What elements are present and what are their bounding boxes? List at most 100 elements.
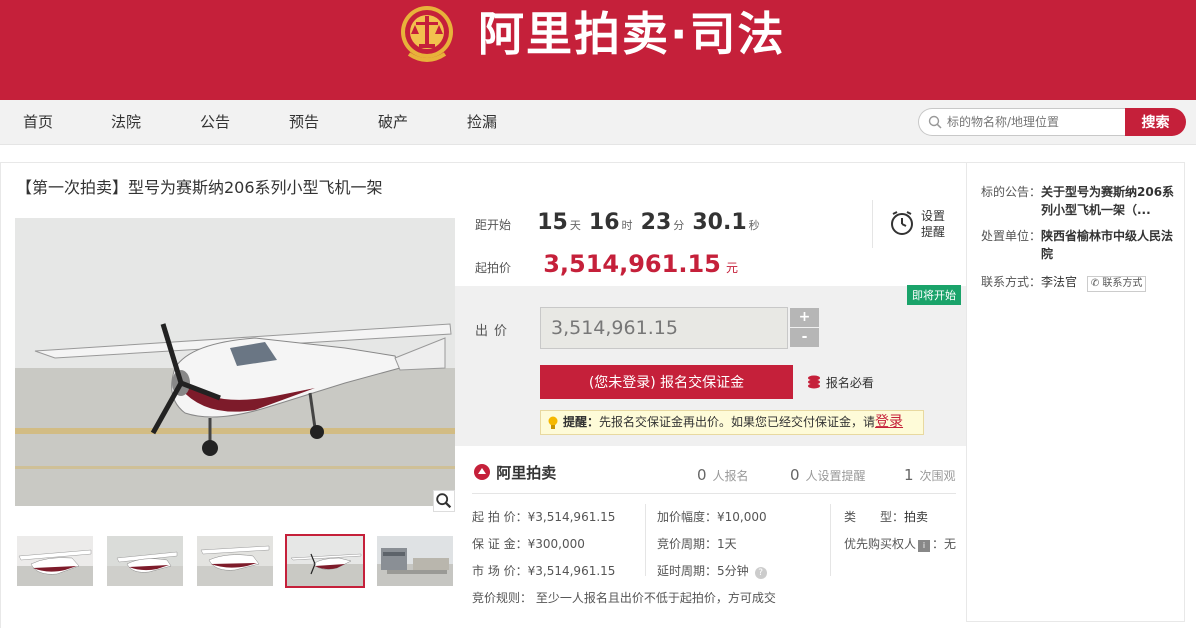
countdown-minutes-unit: 分 [673,219,685,232]
detail-type-value: 拍卖 [904,510,929,524]
view-count-label: 次围观 [919,469,956,483]
set-reminder-label: 设置提醒 [921,209,946,239]
reminder-count-value: 0 [790,466,800,484]
increase-bid-button[interactable]: + [790,308,819,327]
countdown-days: 15 [537,210,568,235]
nav-item-bargain[interactable]: 捡漏 [467,100,497,145]
detail-rule: 竞价规则： 至少一人报名且出价不低于起拍价，方可成交 [472,591,776,605]
countdown-seconds: 30.1 [692,210,747,235]
zoom-button[interactable] [433,490,455,512]
reminder-count: 0 人设置提醒 [790,466,866,484]
thumbnail-image-3 [197,536,273,586]
alipaimai-logo: 阿里拍卖 [473,462,556,483]
detail-deposit: 保 证 金：¥300,000 [472,537,585,551]
contact-button[interactable]: ✆ 联系方式 [1086,276,1147,292]
countdown-seconds-unit: 秒 [748,219,760,232]
status-badge: 即将开始 [907,285,961,305]
detail-cycle: 竞价周期：1天 [657,537,737,551]
detail-increment: 加价幅度：¥10,000 [657,510,767,524]
thumbnail-image-4 [287,536,363,586]
signup-count: 0 人报名 [697,466,749,484]
thumbnail-2[interactable] [107,536,183,586]
detail-divider-1 [645,504,646,576]
countdown-hours: 16 [588,210,620,235]
info-badge-icon: i [918,540,931,552]
login-link[interactable]: 登录 [875,414,903,430]
court-emblem-icon [401,6,453,62]
countdown-hours-unit: 时 [621,219,633,232]
tip-prefix: 提醒： [563,415,600,429]
countdown-days-unit: 天 [569,219,581,232]
detail-type: 类 型：拍卖 [844,508,928,525]
side-notice-key: 标的公告： [981,185,1042,199]
reminder-count-label: 人设置提醒 [805,469,866,483]
search-box [918,108,1126,136]
header-banner: 阿里拍卖·司法 [0,0,1196,100]
countdown: 距开始 15 天 16 时 23 分 30.1 秒 [475,210,763,240]
thumbnail-image-5 [377,536,453,586]
main-photo[interactable] [15,218,455,506]
start-price-value: 3,514,961.15 [543,250,721,278]
detail-priority-value: ：无 [932,537,957,551]
detail-delay: 延时周期：5分钟? [657,562,767,579]
main-nav: 首页 法院 公告 预告 破产 捡漏 搜索 [0,100,1196,145]
nav-item-notice[interactable]: 公告 [200,100,230,145]
detail-divider-2 [830,504,831,576]
tip-text: 先报名交保证金再出价。如果您已经交付保证金，请 [599,415,876,429]
nav-item-home[interactable]: 首页 [23,100,53,145]
set-reminder-button[interactable]: 设置提醒 [872,200,956,248]
view-count: 1 次围观 [904,466,956,484]
side-contact-key: 联系方式： [981,275,1042,289]
alarm-clock-icon [891,211,913,235]
auction-logo-icon [474,464,490,480]
register-deposit-button[interactable]: (您未登录) 报名交保证金 [540,365,793,399]
search-button[interactable]: 搜索 [1125,108,1186,136]
side-court-link[interactable]: 陕西省榆林市中级人民法院 [1041,227,1179,263]
thumbnail-5[interactable] [377,536,453,586]
currency-unit: 元 [725,261,738,275]
signup-count-value: 0 [697,466,707,484]
nav-item-preview[interactable]: 预告 [289,100,319,145]
countdown-label: 距开始 [475,218,512,232]
thumbnail-image-1 [17,536,93,586]
nav-item-court[interactable]: 法院 [111,100,141,145]
magnifier-icon [436,493,452,509]
coins-icon [808,375,820,389]
search-input[interactable] [947,112,1119,132]
phone-icon: ✆ [1090,278,1100,289]
start-price-row: 起拍价 3,514,961.15 元 [475,250,738,278]
start-price-label: 起拍价 [475,261,512,275]
thumbnail-4-selected[interactable] [285,534,365,588]
countdown-minutes: 23 [640,210,672,235]
login-tip: 提醒：先报名交保证金再出价。如果您已经交付保证金，请登录 [540,410,924,435]
help-icon[interactable]: ? [754,567,767,579]
detail-priority: 优先购买权人 i ：无 [844,535,956,552]
view-count-value: 1 [904,466,914,484]
thumbnail-3[interactable] [197,536,273,586]
side-contact: 联系方式： 李法官 ✆ 联系方式 [981,273,1181,293]
bid-input[interactable] [540,307,788,349]
side-contact-name: 李法官 [1041,275,1078,289]
sidebar: 标的公告： 关于型号为赛斯纳206系列小型飞机一架（... 处置单位： 陕西省榆… [966,162,1185,622]
detail-market-price: 市 场 价：¥3,514,961.15 [472,564,616,578]
detail-start-price: 起 拍 价：¥3,514,961.15 [472,510,616,524]
logo-text: 阿里拍卖 [496,464,557,482]
detail-type-key: 类 型： [844,510,905,524]
bid-label: 出价 [475,324,514,339]
decrease-bid-button[interactable]: - [790,328,819,347]
brand-title: 阿里拍卖·司法 [478,7,786,61]
search-icon [928,115,942,129]
stats-divider [472,493,956,494]
page-title: 【第一次拍卖】型号为赛斯纳206系列小型飞机一架 [16,178,383,197]
signup-count-label: 人报名 [712,469,749,483]
lightbulb-icon [548,416,558,429]
detail-delay-text: 延时周期：5分钟 [657,564,749,578]
side-contact-value: 李法官 ✆ 联系方式 [1041,273,1179,292]
must-read-link[interactable]: 报名必看 [806,374,874,391]
detail-priority-key: 优先购买权人 [844,537,917,551]
thumbnail-1[interactable] [17,536,93,586]
thumbnail-image-2 [107,536,183,586]
side-court-key: 处置单位： [981,229,1042,243]
side-notice-link[interactable]: 关于型号为赛斯纳206系列小型飞机一架（... [1041,183,1179,219]
nav-item-bankruptcy[interactable]: 破产 [378,100,408,145]
